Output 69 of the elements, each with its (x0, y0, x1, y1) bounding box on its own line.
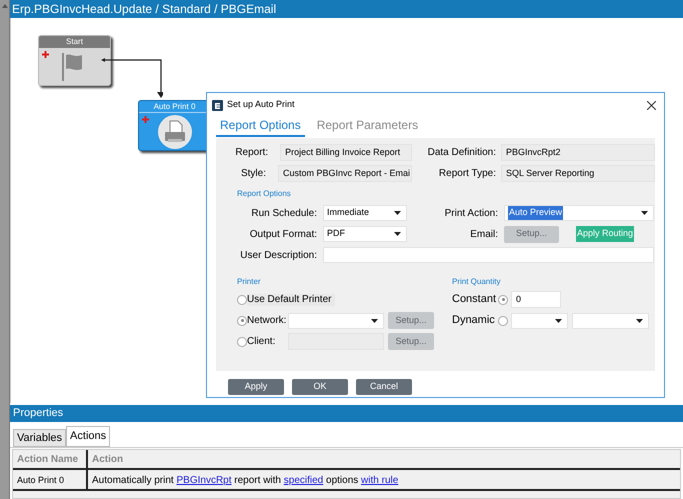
properties-tab[interactable]: Actions (66, 426, 110, 447)
dynamic-select[interactable] (511, 312, 568, 328)
node-title: Start (39, 36, 110, 48)
field-label: Report Type: (438, 167, 496, 181)
workflow-node[interactable]: Start (38, 35, 111, 86)
print-action-select[interactable]: Auto Preview (504, 205, 654, 221)
radio-button[interactable] (237, 294, 247, 304)
radio-label: Constant (452, 292, 498, 308)
report-field[interactable]: Project Billing Invoice Report (280, 144, 412, 161)
radio-button[interactable] (237, 336, 247, 346)
flag-icon (62, 53, 84, 81)
scrollbar[interactable] (0, 0, 10, 499)
column-header: Action Name (13, 450, 88, 468)
run-schedule-select[interactable]: Immediate (323, 205, 407, 221)
setup-button[interactable]: Setup... (388, 333, 434, 350)
radio-button[interactable] (498, 316, 508, 326)
close-icon[interactable] (647, 100, 656, 110)
dialog-button[interactable]: Cancel (356, 379, 412, 395)
action-link[interactable]: specified (284, 475, 324, 486)
section-heading: Printer (237, 276, 262, 288)
dialog-button[interactable]: OK (292, 379, 348, 395)
setup-button[interactable]: Setup... (388, 312, 434, 329)
radio-label: Network: (247, 314, 288, 328)
dropdown-caret-icon (641, 211, 648, 215)
dialog-title: Set up Auto Print (227, 98, 295, 112)
dropdown-caret-icon (636, 318, 643, 322)
connector-arrow (101, 57, 163, 99)
field-label: Email: (469, 228, 498, 242)
table-cell-text: Automatically print PBGInvcRpt report with specified options with rule (91, 474, 400, 488)
field-label: Report: (234, 146, 268, 160)
style-field[interactable]: Custom PBGInvc Report - Emai (278, 165, 412, 182)
app-logo-icon (212, 100, 223, 110)
action-link[interactable]: PBGInvcRpt (176, 475, 232, 486)
action-link[interactable]: with rule (361, 475, 398, 486)
field-label: Output Format: (248, 228, 317, 242)
dialog-button[interactable]: Apply (228, 379, 284, 395)
constant-field[interactable]: 0 (511, 291, 561, 308)
properties-tab[interactable]: Variables (13, 429, 66, 447)
plus-icon (42, 51, 49, 58)
field-label: User Description: (239, 248, 317, 262)
network-select[interactable] (288, 312, 384, 328)
section-heading: Report Options (237, 188, 292, 200)
field-label: Print Action: (444, 206, 498, 220)
scroll-up-icon[interactable] (2, 4, 8, 8)
setup-button[interactable]: Setup... (504, 226, 559, 242)
column-header: Action (91, 453, 124, 467)
user-description-field[interactable] (323, 247, 654, 263)
field-label: Run Schedule: (250, 206, 317, 220)
dynamic-select[interactable] (572, 312, 649, 328)
section-heading: Print Quantity (452, 276, 502, 288)
field-label: Data Definition: (426, 146, 496, 160)
dropdown-caret-icon (394, 232, 401, 236)
data-definition-field[interactable]: PBGInvcRpt2 (501, 144, 655, 161)
radio-label: Use Default Printer (247, 294, 336, 306)
dropdown-caret-icon (394, 211, 401, 215)
radio-label: Dynamic (452, 313, 496, 328)
properties-header: Properties (10, 405, 683, 422)
window-title: Erp.PBGInvcHead.Update / Standard / PBGEmail (10, 0, 683, 18)
output-format-select[interactable]: PDF (323, 226, 407, 242)
radio-button[interactable] (498, 294, 508, 304)
table-cell: Auto Print 0 (13, 470, 88, 489)
radio-button[interactable] (237, 316, 247, 326)
report-type-field[interactable]: SQL Server Reporting (501, 165, 655, 182)
printer-icon (158, 115, 192, 149)
plus-icon (142, 116, 149, 123)
radio-label: Client: (247, 335, 276, 349)
dropdown-caret-icon (555, 318, 562, 322)
dropdown-caret-icon (371, 318, 378, 322)
field-label: Style: (240, 167, 266, 181)
